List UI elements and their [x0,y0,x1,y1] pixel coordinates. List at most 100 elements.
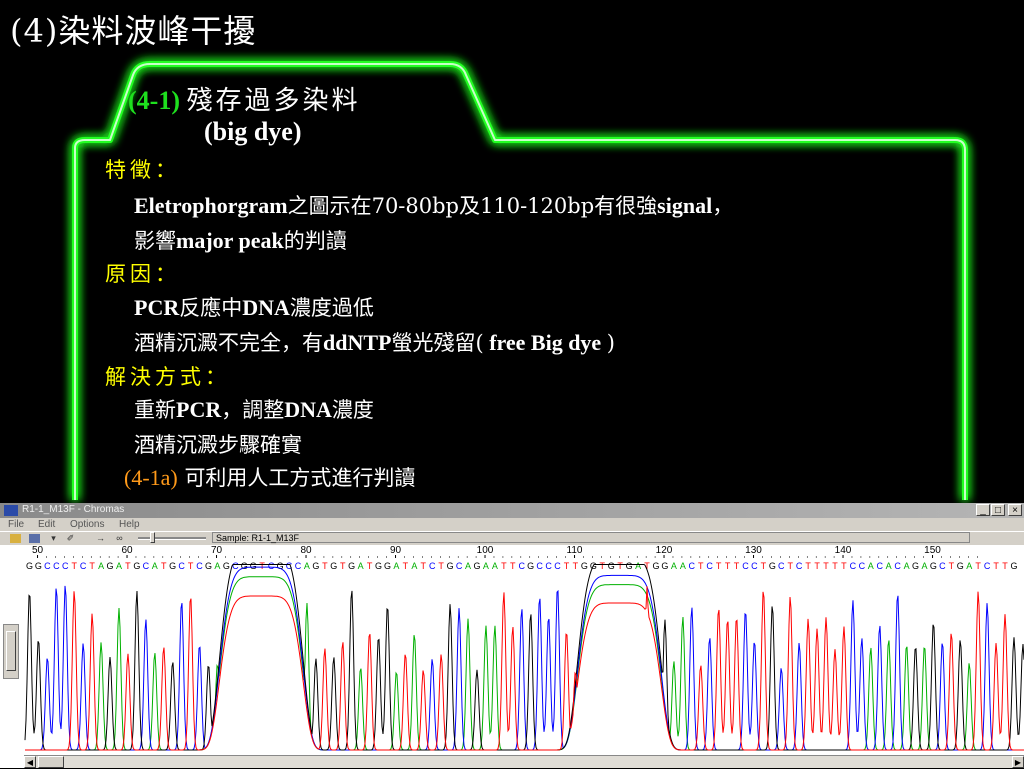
vertical-zoom-thumb[interactable] [6,631,16,671]
tick-label: 70 [211,545,223,556]
menu-file[interactable]: File [8,519,24,530]
base-call: G [1010,561,1017,571]
base-call: G [447,561,454,571]
base-call: T [161,561,167,571]
horizontal-scrollbar[interactable]: ◀ ▶ [24,755,1024,768]
base-call: G [223,561,230,571]
base-call: G [35,561,42,571]
minimize-button[interactable]: _ [976,504,990,516]
base-call: T [725,561,731,571]
base-call: A [635,561,641,571]
window-titlebar[interactable]: R1-1_M13F - Chromas _ □ × [0,503,1024,518]
base-call: T [698,561,704,571]
base-call: T [600,561,606,571]
base-call: T [71,561,77,571]
base-call: T [787,561,793,571]
menu-help[interactable]: Help [119,519,140,530]
base-call: T [367,561,373,571]
base-call: C [859,561,866,571]
cause-heading: 原因： [105,262,180,286]
cause-line-1: PCR反應中DNA濃度過低 [134,292,374,322]
slide-title: (4)染料波峰干擾 [10,12,257,50]
base-call: C [268,561,275,571]
tick-label: 90 [390,545,402,556]
base-call: A [152,561,158,571]
cause-text: 濃度過低 [289,296,374,320]
base-call: C [295,561,302,571]
base-call: T [125,561,131,571]
cause-text: 反應中 [179,296,243,320]
binoculars-icon[interactable]: ∞ [114,534,125,543]
tick-label: 60 [121,545,133,556]
base-call: A [393,561,399,571]
base-call: A [904,561,910,571]
base-call: C [894,561,901,571]
subtitle: (4-1) 殘存過多染料 [128,80,361,117]
open-folder-icon[interactable] [10,534,21,543]
base-call: T [993,561,999,571]
note-number: (4-1a) [124,465,178,490]
base-call: A [868,561,874,571]
solution-text: 濃度 [331,398,374,422]
base-call: G [769,561,776,571]
base-call: A [492,561,498,571]
base-call: T [89,561,95,571]
base-call: T [949,561,955,571]
base-call: A [465,561,471,571]
features-heading: 特徵： [105,158,180,182]
base-call: C [456,561,463,571]
base-call: C [545,561,552,571]
base-call: T [734,561,740,571]
feature-line-2: 影響major peak的判讀 [134,225,347,255]
base-call: T [421,561,427,571]
solution-heading: 解決方式： [105,365,230,389]
base-call: G [26,561,33,571]
base-call: C [232,561,239,571]
base-call: G [330,561,337,571]
base-call: A [483,561,489,571]
print-icon[interactable]: ▾ [48,534,59,543]
base-call: C [518,561,525,571]
base-call: T [716,561,722,571]
zoom-slider-thumb[interactable] [150,532,155,543]
base-call: G [930,561,937,571]
base-call: A [116,561,122,571]
base-call: T [617,561,623,571]
menu-options[interactable]: Options [70,519,104,530]
base-call: G [957,561,964,571]
subtitle-chinese: 殘存過多染料 [186,86,361,116]
app-icon [4,505,18,516]
note-text: 可利用人工方式進行判讀 [184,466,416,490]
feature-text: 影響 [134,229,176,253]
tick-label: 130 [745,545,762,556]
base-call: T [823,561,829,571]
close-button[interactable]: × [1008,504,1022,516]
scroll-left-button[interactable]: ◀ [24,756,36,768]
base-call: C [178,561,185,571]
base-call: G [626,561,633,571]
menu-edit[interactable]: Edit [38,519,55,530]
subtitle-english: (big dye) [204,117,302,146]
base-call: T [403,561,409,571]
chromatogram: 50 60 70 80 90 100 110 120 130 140 150G G C C C T C T A G A T… [24,545,1024,751]
save-icon[interactable] [29,534,40,543]
scroll-right-button[interactable]: ▶ [1012,756,1024,768]
maximize-button[interactable]: □ [991,504,1005,516]
zoom-slider-track[interactable] [138,537,206,540]
base-call: T [573,561,579,571]
cause-term: PCR [134,295,180,320]
base-call: T [1002,561,1008,571]
base-call: C [53,561,60,571]
arrow-icon[interactable]: ✐ [65,534,76,543]
find-next-icon[interactable]: → [95,534,106,543]
tick-label: 50 [32,545,44,556]
base-call: A [304,561,310,571]
base-call: T [259,561,265,571]
base-call: T [501,561,507,571]
base-call: A [214,561,220,571]
tick-label: 150 [924,545,941,556]
scrollbar-thumb[interactable] [38,756,64,768]
chromatogram-panel: 50 60 70 80 90 100 110 120 130 140 150 G G C C C T C T A G A T… [0,545,1024,768]
base-call: T [322,561,328,571]
base-call: G [661,561,668,571]
